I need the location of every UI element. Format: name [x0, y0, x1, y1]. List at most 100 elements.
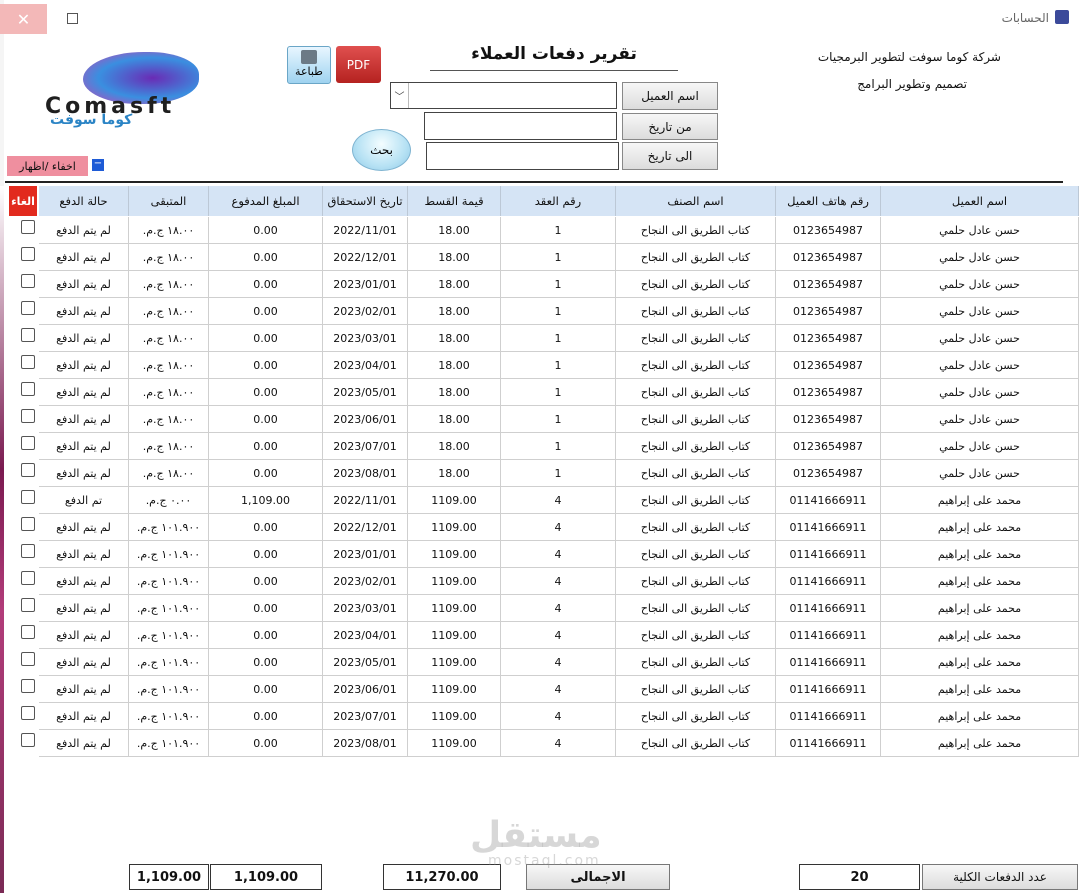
- col-header-phone[interactable]: رقم هاتف العميل: [776, 186, 881, 216]
- cancel-checkbox[interactable]: [21, 274, 35, 288]
- toggle-visibility-label[interactable]: اخفاء /اظهار: [7, 156, 88, 176]
- table-row[interactable]: حسن عادل حلمي 0123654987 كتاب الطريق الى ا…: [4, 325, 1079, 352]
- cell-remaining: ١٠١.٩٠٠ ج.م.: [129, 676, 209, 703]
- cell-paid: 0.00: [209, 568, 323, 595]
- cell-contract: 1: [501, 217, 616, 244]
- print-button[interactable]: طباعة: [287, 46, 331, 84]
- cancel-checkbox[interactable]: [21, 625, 35, 639]
- col-header-installment[interactable]: قيمة القسط: [408, 186, 501, 216]
- col-header-remaining[interactable]: المتبقى: [129, 186, 209, 216]
- table-row[interactable]: محمد على إبراهيم 01141666911 كتاب الطريق ا…: [4, 676, 1079, 703]
- cell-remaining: ١٠١.٩٠٠ ج.م.: [129, 568, 209, 595]
- col-header-paid[interactable]: المبلغ المدفوع: [209, 186, 323, 216]
- cancel-checkbox[interactable]: [21, 328, 35, 342]
- table-row[interactable]: حسن عادل حلمي 0123654987 كتاب الطريق الى ا…: [4, 298, 1079, 325]
- company-name: شركة كوما سوفت لتطوير البرمجيات: [817, 50, 1001, 64]
- col-header-cancel[interactable]: الغاء: [9, 186, 37, 216]
- cancel-checkbox[interactable]: [21, 517, 35, 531]
- cancel-checkbox[interactable]: [21, 490, 35, 504]
- cancel-checkbox[interactable]: [21, 706, 35, 720]
- cancel-checkbox[interactable]: [21, 436, 35, 450]
- table-row[interactable]: محمد على إبراهيم 01141666911 كتاب الطريق ا…: [4, 649, 1079, 676]
- table-row[interactable]: محمد على إبراهيم 01141666911 كتاب الطريق ا…: [4, 730, 1079, 757]
- cell-remaining: ١٨.٠٠ ج.م.: [129, 244, 209, 271]
- from-date-input[interactable]: [424, 112, 617, 140]
- cancel-checkbox[interactable]: [21, 220, 35, 234]
- chevron-down-icon[interactable]: ﹀: [391, 83, 409, 108]
- header-divider: [5, 181, 1063, 183]
- col-header-contract[interactable]: رقم العقد: [501, 186, 616, 216]
- window-title: الحسابات: [1001, 11, 1049, 25]
- table-row[interactable]: محمد على إبراهيم 01141666911 كتاب الطريق ا…: [4, 487, 1079, 514]
- report-title: تقرير دفعات العملاء: [430, 44, 678, 71]
- cell-due-date: 2023/06/01: [323, 406, 408, 433]
- cancel-checkbox[interactable]: [21, 598, 35, 612]
- pdf-button[interactable]: PDF: [336, 46, 381, 83]
- col-header-due-date[interactable]: تاريخ الاستحقاق: [323, 186, 408, 216]
- table-row[interactable]: حسن عادل حلمي 0123654987 كتاب الطريق الى ا…: [4, 244, 1079, 271]
- cell-installment: 1109.00: [408, 676, 501, 703]
- cell-contract: 1: [501, 460, 616, 487]
- to-date-input[interactable]: [426, 142, 619, 170]
- cell-contract: 4: [501, 541, 616, 568]
- cell-status: لم يتم الدفع: [39, 514, 129, 541]
- table-row[interactable]: محمد على إبراهيم 01141666911 كتاب الطريق ا…: [4, 514, 1079, 541]
- table-row[interactable]: حسن عادل حلمي 0123654987 كتاب الطريق الى ا…: [4, 352, 1079, 379]
- table-row[interactable]: حسن عادل حلمي 0123654987 كتاب الطريق الى ا…: [4, 271, 1079, 298]
- cell-paid: 0.00: [209, 730, 323, 757]
- table-row[interactable]: حسن عادل حلمي 0123654987 كتاب الطريق الى ا…: [4, 406, 1079, 433]
- cancel-checkbox[interactable]: [21, 301, 35, 315]
- table-row[interactable]: حسن عادل حلمي 0123654987 كتاب الطريق الى ا…: [4, 460, 1079, 487]
- cell-installment: 18.00: [408, 352, 501, 379]
- cell-status: تم الدفع: [39, 487, 129, 514]
- cancel-checkbox[interactable]: [21, 571, 35, 585]
- cell-paid: 0.00: [209, 514, 323, 541]
- window-close-button[interactable]: ✕: [0, 4, 47, 34]
- cell-due-date: 2022/12/01: [323, 514, 408, 541]
- customer-combobox[interactable]: [390, 82, 617, 109]
- cell-customer: محمد على إبراهيم: [881, 541, 1079, 568]
- cell-phone: 01141666911: [776, 676, 881, 703]
- cancel-checkbox[interactable]: [21, 544, 35, 558]
- cancel-checkbox[interactable]: [21, 247, 35, 261]
- col-header-item[interactable]: اسم الصنف: [616, 186, 776, 216]
- cell-customer: محمد على إبراهيم: [881, 568, 1079, 595]
- col-header-customer[interactable]: اسم العميل: [881, 186, 1079, 216]
- cancel-checkbox[interactable]: [21, 463, 35, 477]
- cancel-checkbox[interactable]: [21, 382, 35, 396]
- cell-installment: 18.00: [408, 271, 501, 298]
- cell-due-date: 2023/04/01: [323, 622, 408, 649]
- cell-item: كتاب الطريق الى النجاح: [616, 703, 776, 730]
- cell-remaining: ١٨.٠٠ ج.م.: [129, 217, 209, 244]
- cell-phone: 0123654987: [776, 325, 881, 352]
- table-row[interactable]: حسن عادل حلمي 0123654987 كتاب الطريق الى ا…: [4, 379, 1079, 406]
- table-row[interactable]: محمد على إبراهيم 01141666911 كتاب الطريق ا…: [4, 703, 1079, 730]
- cell-contract: 1: [501, 325, 616, 352]
- table-row[interactable]: محمد على إبراهيم 01141666911 كتاب الطريق ا…: [4, 541, 1079, 568]
- cell-due-date: 2023/02/01: [323, 568, 408, 595]
- cell-paid: 0.00: [209, 352, 323, 379]
- cancel-checkbox[interactable]: [21, 733, 35, 747]
- table-row[interactable]: محمد على إبراهيم 01141666911 كتاب الطريق ا…: [4, 568, 1079, 595]
- window-maximize-button[interactable]: [67, 13, 78, 24]
- col-header-status[interactable]: حالة الدفع: [39, 186, 129, 216]
- cell-customer: محمد على إبراهيم: [881, 730, 1079, 757]
- table-row[interactable]: حسن عادل حلمي 0123654987 كتاب الطريق الى ا…: [4, 433, 1079, 460]
- table-row[interactable]: حسن عادل حلمي 0123654987 كتاب الطريق الى ا…: [4, 217, 1079, 244]
- cancel-checkbox[interactable]: [21, 409, 35, 423]
- cell-status: لم يتم الدفع: [39, 460, 129, 487]
- table-row[interactable]: محمد على إبراهيم 01141666911 كتاب الطريق ا…: [4, 595, 1079, 622]
- table-row[interactable]: محمد على إبراهيم 01141666911 كتاب الطريق ا…: [4, 622, 1079, 649]
- cell-contract: 4: [501, 514, 616, 541]
- search-button[interactable]: بحث: [352, 129, 411, 171]
- cell-phone: 0123654987: [776, 244, 881, 271]
- cell-contract: 1: [501, 298, 616, 325]
- collapse-icon[interactable]: −: [92, 159, 104, 171]
- cell-contract: 1: [501, 352, 616, 379]
- cell-remaining: ١٨.٠٠ ج.م.: [129, 460, 209, 487]
- cell-paid: 0.00: [209, 271, 323, 298]
- cancel-checkbox[interactable]: [21, 679, 35, 693]
- cancel-checkbox[interactable]: [21, 652, 35, 666]
- cancel-checkbox[interactable]: [21, 355, 35, 369]
- cell-remaining: ١٠١.٩٠٠ ج.م.: [129, 514, 209, 541]
